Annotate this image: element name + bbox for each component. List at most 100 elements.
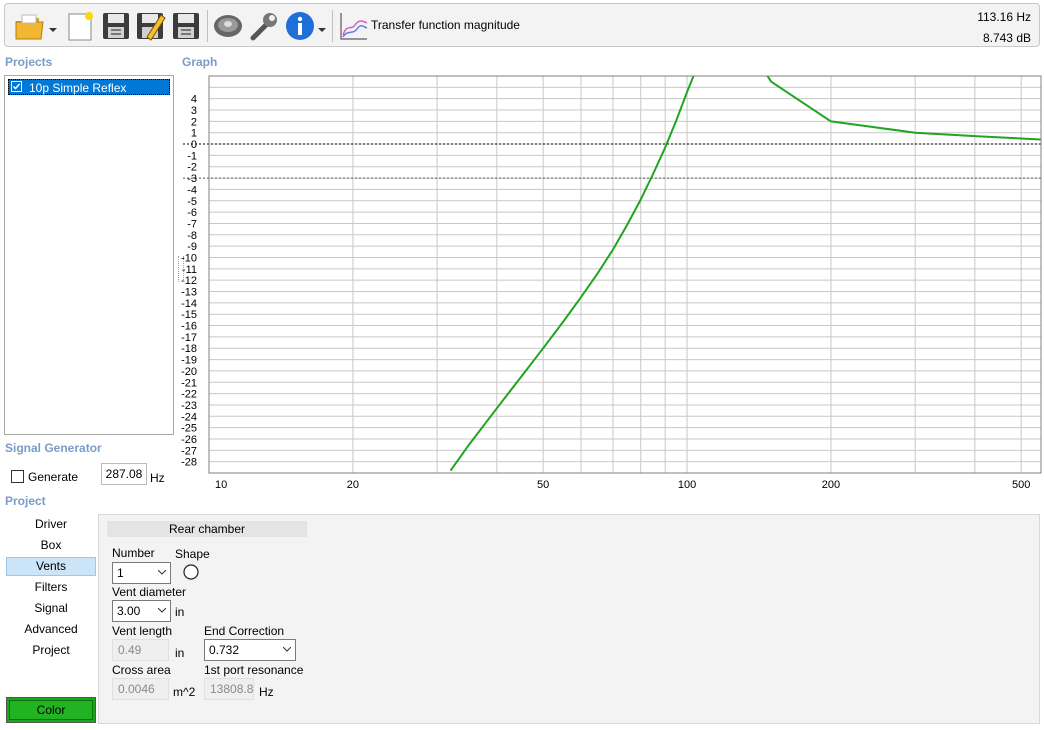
y-tick-label: 4 <box>191 94 197 106</box>
number-combo[interactable]: 1 <box>112 562 171 584</box>
vent-diameter-label: Vent diameter <box>112 585 187 599</box>
y-tick-label: -27 <box>181 445 197 457</box>
shape-label: Shape <box>175 547 210 561</box>
x-tick-label: 10 <box>215 479 227 491</box>
generate-label: Generate <box>28 470 79 484</box>
nav-box[interactable]: Box <box>6 536 96 555</box>
number-value: 1 <box>117 566 124 580</box>
color-button[interactable]: Color <box>6 697 96 723</box>
y-tick-label: -25 <box>181 423 197 435</box>
y-tick-label: -28 <box>181 457 197 469</box>
graph-section-title: Graph <box>182 55 218 69</box>
x-tick-label: 500 <box>1012 479 1030 491</box>
y-tick-label: 1 <box>191 128 197 140</box>
circle-shape-icon <box>183 564 199 580</box>
chevron-down-icon <box>283 647 291 652</box>
projects-section-title: Projects <box>5 55 53 69</box>
project-checkbox[interactable] <box>11 81 22 92</box>
y-tick-label: -11 <box>182 264 197 276</box>
y-tick-label: -23 <box>181 400 197 412</box>
chevron-down-icon <box>158 570 166 575</box>
y-tick-label: -26 <box>181 434 197 446</box>
x-tick-label: 200 <box>822 479 840 491</box>
y-tick-label: -2 <box>187 162 197 174</box>
vent-length-label: Vent length <box>112 624 173 638</box>
y-tick-label: -16 <box>181 321 197 333</box>
end-correction-combo[interactable]: 0.732 <box>204 639 296 661</box>
cross-area-label: Cross area <box>112 663 171 677</box>
chevron-down-icon <box>158 608 166 613</box>
generator-frequency-input[interactable]: 287.08 <box>101 463 147 485</box>
cross-area-field: 0.0046 <box>112 678 169 700</box>
port-resonance-unit: Hz <box>259 685 274 699</box>
x-tick-label: 50 <box>537 479 549 491</box>
y-tick-label: -3 <box>187 173 197 185</box>
info-icon[interactable] <box>283 9 317 43</box>
nav-advanced[interactable]: Advanced <box>6 620 96 639</box>
y-tick-label: -7 <box>187 218 197 230</box>
project-section-title: Project <box>5 494 46 508</box>
y-tick-label: -5 <box>187 196 197 208</box>
y-tick-label: -22 <box>181 389 197 401</box>
toolbar: Transfer function magnitude 113.16 Hz 8.… <box>4 3 1040 47</box>
graph[interactable]: 4 3 2 1 0 -1 -2 -3 -4 -5 -6 -7 -8 -9 -10 -11 -12 -13 -14 -1… <box>178 73 1044 493</box>
project-item[interactable]: 10p Simple Reflex <box>8 79 170 95</box>
y-tick-label: -6 <box>187 207 197 219</box>
y-tick-label: -4 <box>187 184 197 196</box>
new-document-icon[interactable] <box>63 9 97 43</box>
speaker-driver-icon[interactable] <box>211 9 245 43</box>
save-all-icon[interactable] <box>169 9 203 43</box>
vent-diameter-unit: in <box>175 605 185 619</box>
cross-area-unit: m^2 <box>173 685 196 699</box>
graph-type-icon[interactable] <box>337 9 371 43</box>
round-shape-button[interactable] <box>183 564 199 580</box>
plot-frame <box>208 75 1042 474</box>
info-dropdown-icon[interactable] <box>318 23 326 32</box>
wrench-settings-icon[interactable] <box>247 9 281 43</box>
vent-length-field: 0.49 <box>112 639 169 661</box>
y-tick-label: -21 <box>181 377 197 389</box>
nav-project[interactable]: Project <box>6 641 96 660</box>
port-resonance-label: 1st port resonance <box>204 663 304 677</box>
open-folder-icon[interactable] <box>13 9 47 43</box>
projects-list[interactable]: 10p Simple Reflex <box>4 75 174 435</box>
open-dropdown-icon[interactable] <box>49 23 57 32</box>
vent-diameter-value: 3.00 <box>117 604 141 618</box>
nav-filters[interactable]: Filters <box>6 578 96 597</box>
x-tick-label: 20 <box>347 479 359 491</box>
nav-vents[interactable]: Vents <box>6 557 96 576</box>
cursor-frequency-readout: 113.16 Hz <box>977 10 1031 24</box>
project-name: 10p Simple Reflex <box>29 81 127 95</box>
y-tick-label: -24 <box>181 411 197 423</box>
generator-frequency-unit: Hz <box>150 471 165 485</box>
nav-signal[interactable]: Signal <box>6 599 96 618</box>
graph-canvas[interactable]: 43210-1-2-3-4-5-6-7-8-9-10-11-12-13-14-1… <box>178 73 1044 493</box>
vent-diameter-combo[interactable]: 3.00 <box>112 600 171 622</box>
end-correction-value: 0.732 <box>209 643 240 657</box>
x-tick-label: 100 <box>678 479 696 491</box>
nav-driver[interactable]: Driver <box>6 515 96 534</box>
y-tick-label: -8 <box>187 230 197 242</box>
color-button-label: Color <box>9 700 93 720</box>
save-as-icon[interactable] <box>133 9 167 43</box>
vent-length-unit: in <box>175 646 185 660</box>
y-tick-label: -20 <box>181 366 197 378</box>
y-tick-label: -1 <box>187 150 197 162</box>
signal-generator-section-title: Signal Generator <box>5 441 102 455</box>
y-tick-label: -17 <box>181 332 197 344</box>
splitter-handle[interactable] <box>178 256 184 282</box>
generate-checkbox[interactable] <box>11 470 24 483</box>
graph-type-label[interactable]: Transfer function magnitude <box>371 18 520 32</box>
y-tick-label: -19 <box>181 355 197 367</box>
y-tick-label: 3 <box>191 105 197 117</box>
port-resonance-field: 13808.88 <box>204 678 254 700</box>
number-label: Number <box>112 546 155 560</box>
y-tick-label: -9 <box>187 241 197 253</box>
y-tick-label: -14 <box>181 298 197 310</box>
y-tick-label: 0 <box>191 139 197 151</box>
end-correction-label: End Correction <box>204 624 285 638</box>
y-tick-label: -13 <box>181 287 197 299</box>
y-tick-label: -15 <box>181 309 197 321</box>
save-icon[interactable] <box>99 9 133 43</box>
rear-chamber-header: Rear chamber <box>107 521 307 537</box>
